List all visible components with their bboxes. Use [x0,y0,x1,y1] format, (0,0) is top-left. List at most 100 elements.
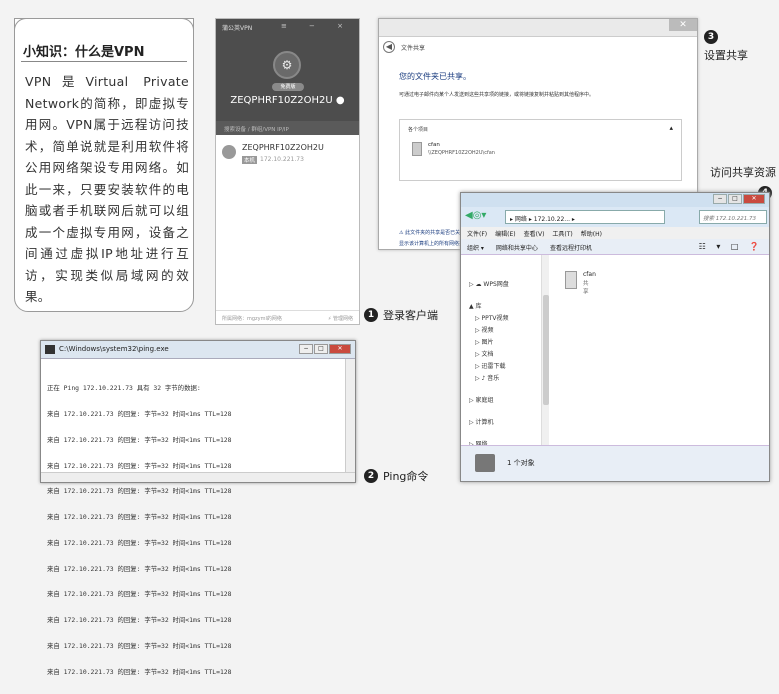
window-title: 文件共享 [401,45,426,52]
console-line: 来自 172.10.221.73 的回复: 字节=32 时间<1ms TTL=1… [47,513,232,522]
items-header: 各个项目 [408,127,429,133]
nav-item-documents[interactable]: ▷ 文档 [475,349,494,358]
shared-item-name: cfan [428,142,440,148]
knowledge-box: 小知识：什么是VPN VPN是Virtual Private Network的简… [14,18,194,312]
menu-edit[interactable]: 编辑(E) [495,229,515,238]
maximize-button[interactable]: □ [728,194,742,204]
console-line: 来自 172.10.221.73 的回复: 字节=32 时间<1ms TTL=1… [47,590,232,599]
address-row: ◀◎▾ ▸ 网络 ▸ 172.10.22... ▸ 搜索 172.10.221.… [461,207,769,227]
toolbar: 组织 ▾ 网络和共享中心 查看远程打印机 ☷ ▾ □ ❓ [461,239,769,255]
title-bar: C:\Windows\system32\ping.exe − □ ✕ [41,341,355,359]
console-line: 来自 172.10.221.73 的回复: 字节=32 时间<1ms TTL=1… [47,564,232,573]
shared-item-path: \\ZEQPHRF10Z2OH2U\cfan [428,150,495,156]
edition-badge: 免费版 [272,83,304,91]
peer-ip: 172.10.221.73 [260,156,304,163]
knowledge-tab [14,18,194,34]
step-number: 3 [704,30,718,44]
menu-help[interactable]: 帮助(H) [581,229,602,238]
network-label: 所属网络：mgzyml的网络 [222,316,282,322]
console-output: 正在 Ping 172.10.221.73 具有 32 字节的数据: 来自 17… [47,367,337,694]
nav-scrollbar[interactable] [541,255,549,447]
close-button[interactable]: ✕ [743,194,765,204]
shared-folder-item[interactable]: cfan 共享 [565,271,596,295]
step-3-label: 3 设置共享 [704,24,748,63]
vpn-header: 蒲公英VPN ≡ − × ⚙ 免费版 ZEQPHRF10Z2OH2U ● [216,19,359,121]
back-forward-buttons[interactable]: ◀◎▾ [465,210,486,221]
horizontal-scrollbar[interactable] [41,472,355,482]
step-text: 登录客户端 [383,309,438,322]
scroll-thumb[interactable] [543,295,549,405]
step-text: 设置共享 [704,49,748,62]
nav-item-computer[interactable]: ▷ 计算机 [469,417,494,426]
host-name: ZEQPHRF10Z2OH2U ● [230,95,345,106]
nav-item-pptv[interactable]: ▷ PPTV视频 [475,313,509,322]
console-line: 来自 172.10.221.73 的回复: 字节=32 时间<1ms TTL=1… [47,667,232,676]
network-center-button[interactable]: 网络和共享中心 [496,243,538,252]
address-bar[interactable]: ▸ 网络 ▸ 172.10.22... ▸ [505,210,665,224]
step-2-label: 2 Ping命令 [364,468,428,484]
window-title: C:\Windows\system32\ping.exe [59,345,169,353]
share-heading: 您的文件夹已共享。 [399,72,471,81]
close-button[interactable]: ✕ [329,344,351,354]
nav-item-pictures[interactable]: ▷ 图片 [475,337,494,346]
knowledge-divider [21,61,187,62]
minimize-button[interactable]: − [713,194,727,204]
share-description: 可通过电子邮件向某个人发送到这些共享项的链接，或将链接复制并粘贴到其他程序中。 [399,92,595,98]
console-line: 来自 172.10.221.73 的回复: 字节=32 时间<1ms TTL=1… [47,461,232,470]
title-bar: − □ ✕ [461,193,769,207]
collapse-icon[interactable]: ▴ [669,124,673,132]
console-line: 来自 172.10.221.73 的回复: 字节=32 时间<1ms TTL=1… [47,616,232,625]
window-buttons: − □ ✕ [713,194,765,204]
nav-item-homegroup[interactable]: ▷ 家庭组 [469,395,494,404]
organize-button[interactable]: 组织 ▾ [467,243,484,252]
vertical-scrollbar[interactable] [345,359,355,473]
minimize-button[interactable]: − [299,344,313,354]
menu-view[interactable]: 查看(V) [524,229,545,238]
explorer-window: − □ ✕ ◀◎▾ ▸ 网络 ▸ 172.10.22... ▸ 搜索 172.1… [460,192,770,482]
step-text: Ping命令 [383,470,429,483]
search-input[interactable]: 搜索 172.10.221.73 [699,210,767,224]
console-line: 来自 172.10.221.73 的回复: 字节=32 时间<1ms TTL=1… [47,538,232,547]
remote-printers-button[interactable]: 查看远程打印机 [550,243,592,252]
menu-file[interactable]: 文件(F) [467,229,487,238]
peer-list-item[interactable]: ZEQPHRF10Z2OH2U 本机 172.10.221.73 [222,143,357,171]
window-buttons: − □ ✕ [299,344,351,354]
console-icon [45,345,55,354]
step-number: 1 [364,308,378,322]
folder-subtitle: 共享 [583,281,589,295]
step-text: 访问共享资源 [710,166,776,179]
shared-items-box: 各个项目 ▴ cfan \\ZEQPHRF10Z2OH2U\cfan [399,119,682,181]
nav-item-library[interactable]: ▲ 库 [469,301,482,310]
peer-tag: 本机 [242,156,258,164]
back-button[interactable]: ◀ [383,41,395,53]
nav-item-downloads[interactable]: ▷ 迅雷下载 [475,361,506,370]
vpn-logo-icon: ⚙ [273,51,301,79]
search-input[interactable]: 搜索设备 / 群组/VPN IP/IP [216,121,359,135]
object-count: 1 个对象 [507,459,535,467]
folder-icon [412,142,422,156]
manage-network-link[interactable]: ⚡ 管理网络 [328,315,353,322]
close-button[interactable]: ✕ [669,19,697,31]
computer-icon [475,454,495,472]
console-line: 来自 172.10.221.73 的回复: 字节=32 时间<1ms TTL=1… [47,409,232,418]
folder-icon [565,271,577,289]
knowledge-title: 小知识：什么是VPN [23,45,145,60]
title-bar: ✕ [379,19,697,37]
step-number: 2 [364,469,378,483]
avatar [222,145,236,159]
menu-bar: 文件(F) 编辑(E) 查看(V) 工具(T) 帮助(H) [461,227,769,239]
vpn-footer: 所属网络：mgzyml的网络 ⚡ 管理网络 [216,310,359,324]
view-options-icons[interactable]: ☷ ▾ □ ❓ [699,242,763,251]
nav-item-video[interactable]: ▷ 视频 [475,325,494,334]
console-line: 正在 Ping 172.10.221.73 具有 32 字节的数据: [47,384,201,393]
folder-name: cfan [583,271,596,278]
vpn-client-window: 蒲公英VPN ≡ − × ⚙ 免费版 ZEQPHRF10Z2OH2U ● 搜索设… [215,18,360,325]
window-controls[interactable]: ≡ − × [281,22,353,30]
nav-item-wps[interactable]: ▷ ☁ WPS网盘 [469,279,509,288]
status-bar: 1 个对象 [461,445,769,481]
knowledge-body: VPN是Virtual Private Network的简称，即虚拟专用网。VP… [25,74,189,304]
maximize-button[interactable]: □ [314,344,328,354]
menu-tools[interactable]: 工具(T) [552,229,572,238]
navigation-pane: ▷ ☁ WPS网盘 ▲ 库 ▷ PPTV视频 ▷ 视频 ▷ 图片 ▷ 文档 ▷ … [461,255,541,448]
nav-item-music[interactable]: ▷ ♪ 音乐 [475,373,499,382]
